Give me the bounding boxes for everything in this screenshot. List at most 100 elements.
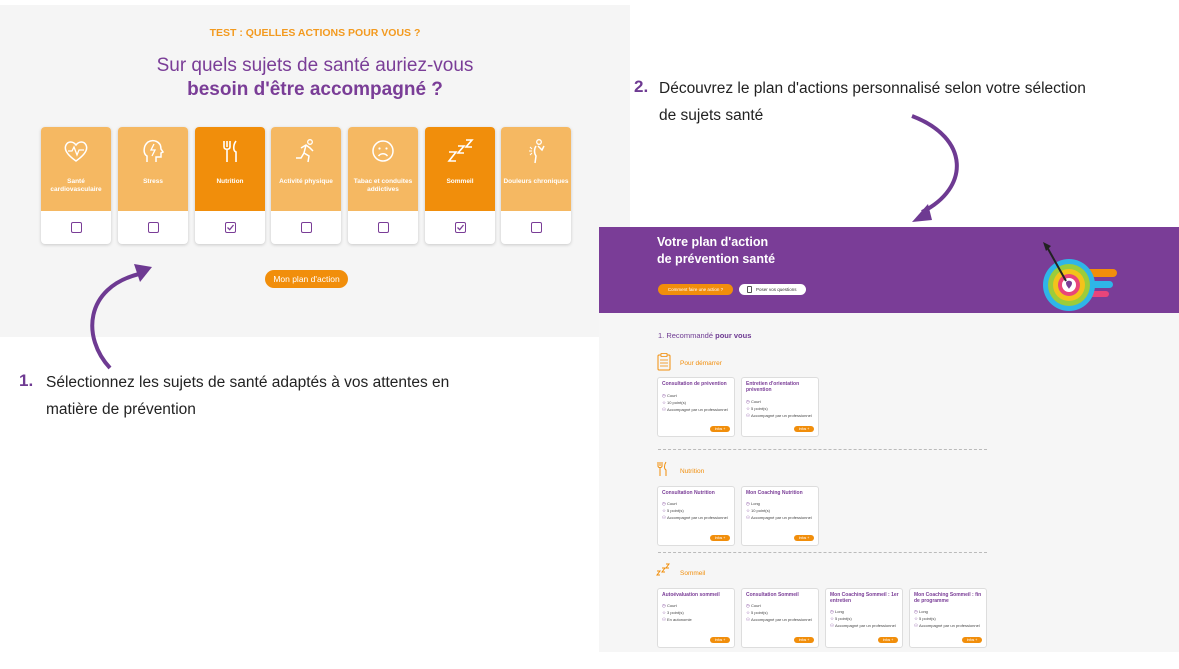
- ask-questions-button[interactable]: Poser vos questions: [739, 284, 806, 295]
- plan-header: Votre plan d'action de prévention santé …: [599, 227, 1179, 313]
- action-card-title: Consultation Nutrition: [662, 490, 715, 496]
- checklist-icon: [657, 353, 671, 371]
- info-button[interactable]: Infos +: [794, 426, 814, 432]
- action-card-title: Mon Coaching Sommeil : 1er entretien: [830, 592, 899, 604]
- action-duration: ◷Court: [662, 603, 677, 608]
- action-card[interactable]: Mon Coaching Sommeil : fin de programme …: [909, 588, 987, 648]
- mon-plan-action-button[interactable]: Mon plan d'action: [265, 270, 348, 288]
- action-duration: ◷Court: [746, 399, 761, 404]
- topic-checkbox[interactable]: [71, 222, 82, 233]
- topic-label: Nutrition: [216, 178, 244, 185]
- action-duration: ◷Court: [662, 393, 677, 398]
- topic-checkbox[interactable]: [531, 222, 542, 233]
- action-mode: ⚇Accompagné par un professionnel: [746, 617, 812, 622]
- sad-face-icon: [372, 140, 394, 162]
- action-points: ☆5 point(s): [746, 406, 768, 411]
- body-pain-icon: [529, 139, 545, 164]
- action-points: ☆5 point(s): [830, 616, 852, 621]
- info-button[interactable]: Infos +: [710, 637, 730, 643]
- target-logo-icon: [1043, 242, 1117, 311]
- action-points: ☆5 point(s): [662, 508, 684, 513]
- test-question-line1: Sur quels sujets de santé auriez-vous: [156, 55, 474, 76]
- zzz-icon: [656, 563, 670, 576]
- action-mode: ⚇Accompagné par un professionnel: [746, 413, 812, 418]
- action-duration: ◷Long: [830, 609, 844, 614]
- action-card[interactable]: Consultation de prévention ◷Court ☆10 po…: [657, 377, 735, 437]
- action-card[interactable]: Entretien d'orientation prévention ◷Cour…: [741, 377, 819, 437]
- step2-number: 2.: [634, 77, 649, 96]
- action-points: ☆3 point(s): [662, 610, 684, 615]
- action-mode: ⚇Accompagné par un professionnel: [830, 623, 896, 628]
- info-button[interactable]: Infos +: [962, 637, 982, 643]
- fork-knife-icon: [223, 140, 237, 162]
- topic-checkbox-checked[interactable]: [225, 222, 236, 233]
- topic-checkbox[interactable]: [301, 222, 312, 233]
- info-button[interactable]: Infos +: [710, 426, 730, 432]
- plan-panel: Votre plan d'action de prévention santé …: [599, 227, 1179, 652]
- action-mode: ⚇Accompagné par un professionnel: [662, 407, 728, 412]
- reco-bold: pour vous: [715, 331, 752, 340]
- reco-prefix: 1. Recommandé: [658, 331, 714, 340]
- action-duration: ◷Court: [746, 603, 761, 608]
- action-card[interactable]: Mon Coaching Sommeil : 1er entretien ◷Lo…: [825, 588, 903, 648]
- action-card-title: Entretien d'orientation prévention: [746, 381, 800, 393]
- step2-caption-line2: de sujets santé: [659, 107, 764, 124]
- curved-arrow-step1-icon: [90, 264, 152, 370]
- section-divider: [658, 449, 987, 450]
- section-title-demarrer: Pour démarrer: [680, 360, 722, 367]
- topic-card-tabac[interactable]: Tabac et conduites addictives: [348, 127, 418, 244]
- ask-questions-label: Poser vos questions: [756, 287, 797, 292]
- action-mode: ⚇Accompagné par un professionnel: [746, 515, 812, 520]
- runner-icon: [296, 139, 314, 163]
- action-mode: ⚇Accompagné par un professionnel: [662, 515, 728, 520]
- action-card[interactable]: Consultation Sommeil ◷Court ☆5 point(s) …: [741, 588, 819, 648]
- plan-title-line2: de prévention santé: [657, 252, 776, 266]
- action-card[interactable]: Mon Coaching Nutrition ◷Long ☆10 point(s…: [741, 486, 819, 546]
- topic-checkbox[interactable]: [378, 222, 389, 233]
- topic-card-sommeil[interactable]: Sommeil: [425, 127, 495, 244]
- action-card[interactable]: Consultation Nutrition ◷Court ☆5 point(s…: [657, 486, 735, 546]
- section-title-nutrition: Nutrition: [680, 468, 705, 475]
- info-button[interactable]: Infos +: [794, 535, 814, 541]
- action-duration: ◷Long: [746, 501, 760, 506]
- action-points: ☆10 point(s): [746, 508, 770, 513]
- how-to-action-button[interactable]: Comment faire une action ?: [658, 284, 733, 295]
- action-duration: ◷Long: [914, 609, 928, 614]
- topic-checkbox-checked[interactable]: [455, 222, 466, 233]
- action-mode: ⚇Accompagné par un professionnel: [914, 623, 980, 628]
- topic-label: Stress: [143, 178, 163, 185]
- action-mode: ⚇En autonomie: [662, 617, 692, 622]
- topic-label: Tabac et conduites addictives: [353, 178, 413, 193]
- action-card-title: Consultation de prévention: [662, 381, 727, 387]
- topic-card-douleurs[interactable]: Douleurs chroniques: [501, 127, 571, 244]
- info-button[interactable]: Infos +: [710, 535, 730, 541]
- zzz-icon: [447, 139, 474, 162]
- section-title-sommeil: Sommeil: [680, 570, 706, 577]
- recommended-heading: 1. Recommandé pour vous: [658, 331, 751, 340]
- action-card-title: Mon Coaching Sommeil : fin de programme: [914, 592, 982, 604]
- step1-caption-line1: Sélectionnez les sujets de santé adaptés…: [46, 374, 450, 391]
- action-points: ☆10 point(s): [662, 400, 686, 405]
- topic-card-nutrition[interactable]: Nutrition: [195, 127, 265, 244]
- topic-label: Douleurs chroniques: [503, 178, 569, 185]
- topic-label: Activité physique: [279, 178, 333, 185]
- info-button[interactable]: Infos +: [878, 637, 898, 643]
- head-lightning-icon: [143, 139, 165, 162]
- action-duration: ◷Court: [662, 501, 677, 506]
- curved-arrow-step2-icon: [911, 114, 959, 222]
- step1-number: 1.: [19, 371, 34, 390]
- topic-checkbox[interactable]: [148, 222, 159, 233]
- fork-knife-icon: [657, 461, 667, 476]
- action-card-title: Mon Coaching Nutrition: [746, 490, 803, 496]
- topic-card-activity[interactable]: Activité physique: [271, 127, 341, 244]
- action-card-title: Consultation Sommeil: [746, 592, 799, 598]
- topic-card-stress[interactable]: Stress: [118, 127, 188, 244]
- plan-title-line1: Votre plan d'action: [657, 235, 769, 249]
- action-points: ☆5 point(s): [746, 610, 768, 615]
- topic-card-cardio[interactable]: Santé cardiovasculaire: [41, 127, 111, 244]
- test-kicker: TEST : QUELLES ACTIONS POUR VOUS ?: [209, 27, 421, 39]
- section-divider: [658, 552, 987, 553]
- info-button[interactable]: Infos +: [794, 637, 814, 643]
- topic-label: Sommeil: [446, 178, 474, 185]
- action-card[interactable]: Autoévaluation sommeil ◷Court ☆3 point(s…: [657, 588, 735, 648]
